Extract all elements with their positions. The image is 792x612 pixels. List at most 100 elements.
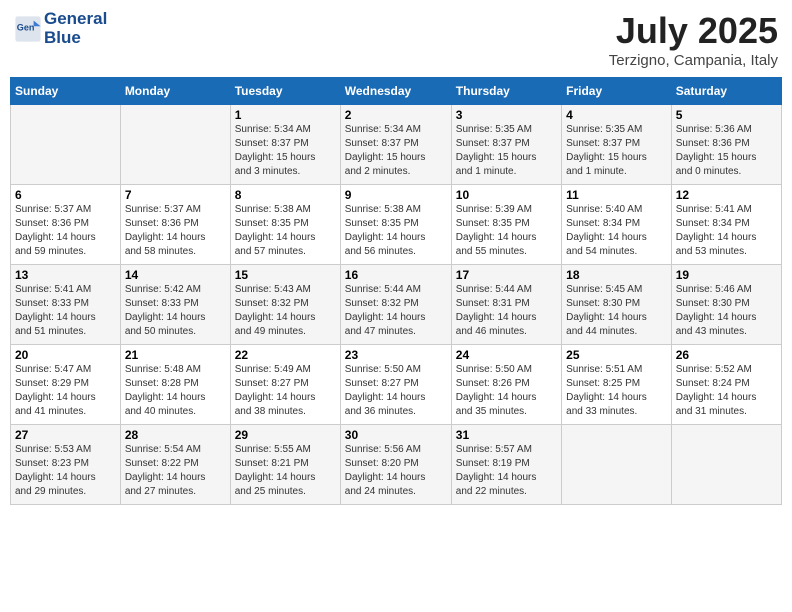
- day-cell: 28Sunrise: 5:54 AM Sunset: 8:22 PM Dayli…: [120, 425, 230, 505]
- logo-line2: Blue: [44, 29, 107, 48]
- day-number: 29: [235, 428, 336, 442]
- day-info: Sunrise: 5:50 AM Sunset: 8:27 PM Dayligh…: [345, 363, 447, 419]
- col-header-tuesday: Tuesday: [230, 78, 340, 105]
- day-number: 15: [235, 268, 336, 282]
- col-header-thursday: Thursday: [451, 78, 561, 105]
- day-cell: 15Sunrise: 5:43 AM Sunset: 8:32 PM Dayli…: [230, 265, 340, 345]
- day-cell: 3Sunrise: 5:35 AM Sunset: 8:37 PM Daylig…: [451, 105, 561, 185]
- day-info: Sunrise: 5:54 AM Sunset: 8:22 PM Dayligh…: [125, 443, 226, 499]
- day-cell: 22Sunrise: 5:49 AM Sunset: 8:27 PM Dayli…: [230, 345, 340, 425]
- day-cell: [120, 105, 230, 185]
- day-cell: [11, 105, 121, 185]
- day-cell: 8Sunrise: 5:38 AM Sunset: 8:35 PM Daylig…: [230, 185, 340, 265]
- month-title: July 2025: [609, 10, 778, 52]
- day-number: 7: [125, 188, 226, 202]
- day-cell: 6Sunrise: 5:37 AM Sunset: 8:36 PM Daylig…: [11, 185, 121, 265]
- day-cell: 29Sunrise: 5:55 AM Sunset: 8:21 PM Dayli…: [230, 425, 340, 505]
- day-info: Sunrise: 5:46 AM Sunset: 8:30 PM Dayligh…: [676, 283, 777, 339]
- day-info: Sunrise: 5:43 AM Sunset: 8:32 PM Dayligh…: [235, 283, 336, 339]
- day-info: Sunrise: 5:38 AM Sunset: 8:35 PM Dayligh…: [345, 203, 447, 259]
- title-block: July 2025 Terzigno, Campania, Italy: [609, 10, 778, 69]
- day-info: Sunrise: 5:35 AM Sunset: 8:37 PM Dayligh…: [566, 123, 667, 179]
- day-cell: 23Sunrise: 5:50 AM Sunset: 8:27 PM Dayli…: [340, 345, 451, 425]
- location-title: Terzigno, Campania, Italy: [609, 52, 778, 69]
- col-header-wednesday: Wednesday: [340, 78, 451, 105]
- day-cell: 27Sunrise: 5:53 AM Sunset: 8:23 PM Dayli…: [11, 425, 121, 505]
- day-info: Sunrise: 5:41 AM Sunset: 8:33 PM Dayligh…: [15, 283, 116, 339]
- day-number: 13: [15, 268, 116, 282]
- day-info: Sunrise: 5:44 AM Sunset: 8:32 PM Dayligh…: [345, 283, 447, 339]
- day-info: Sunrise: 5:55 AM Sunset: 8:21 PM Dayligh…: [235, 443, 336, 499]
- week-row-4: 20Sunrise: 5:47 AM Sunset: 8:29 PM Dayli…: [11, 345, 782, 425]
- day-number: 30: [345, 428, 447, 442]
- day-cell: 9Sunrise: 5:38 AM Sunset: 8:35 PM Daylig…: [340, 185, 451, 265]
- day-info: Sunrise: 5:47 AM Sunset: 8:29 PM Dayligh…: [15, 363, 116, 419]
- day-number: 10: [456, 188, 557, 202]
- day-info: Sunrise: 5:52 AM Sunset: 8:24 PM Dayligh…: [676, 363, 777, 419]
- day-number: 20: [15, 348, 116, 362]
- week-row-1: 1Sunrise: 5:34 AM Sunset: 8:37 PM Daylig…: [11, 105, 782, 185]
- day-info: Sunrise: 5:45 AM Sunset: 8:30 PM Dayligh…: [566, 283, 667, 339]
- day-number: 17: [456, 268, 557, 282]
- day-number: 28: [125, 428, 226, 442]
- day-info: Sunrise: 5:35 AM Sunset: 8:37 PM Dayligh…: [456, 123, 557, 179]
- day-cell: 12Sunrise: 5:41 AM Sunset: 8:34 PM Dayli…: [671, 185, 781, 265]
- day-cell: 16Sunrise: 5:44 AM Sunset: 8:32 PM Dayli…: [340, 265, 451, 345]
- day-info: Sunrise: 5:41 AM Sunset: 8:34 PM Dayligh…: [676, 203, 777, 259]
- day-number: 23: [345, 348, 447, 362]
- day-info: Sunrise: 5:40 AM Sunset: 8:34 PM Dayligh…: [566, 203, 667, 259]
- logo: Gen General Blue: [14, 10, 107, 47]
- day-number: 6: [15, 188, 116, 202]
- day-number: 11: [566, 188, 667, 202]
- day-cell: 11Sunrise: 5:40 AM Sunset: 8:34 PM Dayli…: [562, 185, 672, 265]
- day-number: 31: [456, 428, 557, 442]
- svg-text:Gen: Gen: [17, 22, 35, 32]
- day-cell: 18Sunrise: 5:45 AM Sunset: 8:30 PM Dayli…: [562, 265, 672, 345]
- day-info: Sunrise: 5:34 AM Sunset: 8:37 PM Dayligh…: [235, 123, 336, 179]
- day-info: Sunrise: 5:49 AM Sunset: 8:27 PM Dayligh…: [235, 363, 336, 419]
- calendar-table: SundayMondayTuesdayWednesdayThursdayFrid…: [10, 77, 782, 505]
- day-number: 8: [235, 188, 336, 202]
- day-info: Sunrise: 5:36 AM Sunset: 8:36 PM Dayligh…: [676, 123, 777, 179]
- col-header-friday: Friday: [562, 78, 672, 105]
- day-number: 4: [566, 108, 667, 122]
- logo-line1: General: [44, 10, 107, 29]
- week-row-3: 13Sunrise: 5:41 AM Sunset: 8:33 PM Dayli…: [11, 265, 782, 345]
- logo-icon: Gen: [14, 15, 42, 43]
- week-row-2: 6 Sunrise: 5:37 AM Sunset: 8:36 PM Daylig…: [11, 185, 782, 265]
- day-number: 27: [15, 428, 116, 442]
- col-header-saturday: Saturday: [671, 78, 781, 105]
- day-info: Sunrise: 5:53 AM Sunset: 8:23 PM Dayligh…: [15, 443, 116, 499]
- day-cell: 7Sunrise: 5:37 AM Sunset: 8:36 PM Daylig…: [120, 185, 230, 265]
- col-header-monday: Monday: [120, 78, 230, 105]
- day-number: 21: [125, 348, 226, 362]
- day-cell: 14Sunrise: 5:42 AM Sunset: 8:33 PM Dayli…: [120, 265, 230, 345]
- day-info: Sunrise: 5:39 AM Sunset: 8:35 PM Dayligh…: [456, 203, 557, 259]
- day-cell: 5Sunrise: 5:36 AM Sunset: 8:36 PM Daylig…: [671, 105, 781, 185]
- day-cell: [562, 425, 672, 505]
- day-info: Sunrise: 5:37 AM Sunset: 8:36 PM Dayligh…: [125, 203, 226, 259]
- day-info: Sunrise: 5:51 AM Sunset: 8:25 PM Dayligh…: [566, 363, 667, 419]
- day-cell: 31Sunrise: 5:57 AM Sunset: 8:19 PM Dayli…: [451, 425, 561, 505]
- day-info: Sunrise: 5:56 AM Sunset: 8:20 PM Dayligh…: [345, 443, 447, 499]
- day-cell: 25Sunrise: 5:51 AM Sunset: 8:25 PM Dayli…: [562, 345, 672, 425]
- day-number: 16: [345, 268, 447, 282]
- day-cell: 30Sunrise: 5:56 AM Sunset: 8:20 PM Dayli…: [340, 425, 451, 505]
- day-number: 1: [235, 108, 336, 122]
- day-number: 25: [566, 348, 667, 362]
- day-number: 5: [676, 108, 777, 122]
- day-number: 26: [676, 348, 777, 362]
- day-number: 18: [566, 268, 667, 282]
- calendar-header-row: SundayMondayTuesdayWednesdayThursdayFrid…: [11, 78, 782, 105]
- day-cell: 20Sunrise: 5:47 AM Sunset: 8:29 PM Dayli…: [11, 345, 121, 425]
- day-number: 14: [125, 268, 226, 282]
- day-cell: 13Sunrise: 5:41 AM Sunset: 8:33 PM Dayli…: [11, 265, 121, 345]
- day-number: 3: [456, 108, 557, 122]
- day-cell: 26Sunrise: 5:52 AM Sunset: 8:24 PM Dayli…: [671, 345, 781, 425]
- day-number: 12: [676, 188, 777, 202]
- day-info: Sunrise: 5:48 AM Sunset: 8:28 PM Dayligh…: [125, 363, 226, 419]
- week-row-5: 27Sunrise: 5:53 AM Sunset: 8:23 PM Dayli…: [11, 425, 782, 505]
- day-number: 19: [676, 268, 777, 282]
- page-header: Gen General Blue July 2025 Terzigno, Cam…: [10, 10, 782, 69]
- day-info: Sunrise: 5:44 AM Sunset: 8:31 PM Dayligh…: [456, 283, 557, 339]
